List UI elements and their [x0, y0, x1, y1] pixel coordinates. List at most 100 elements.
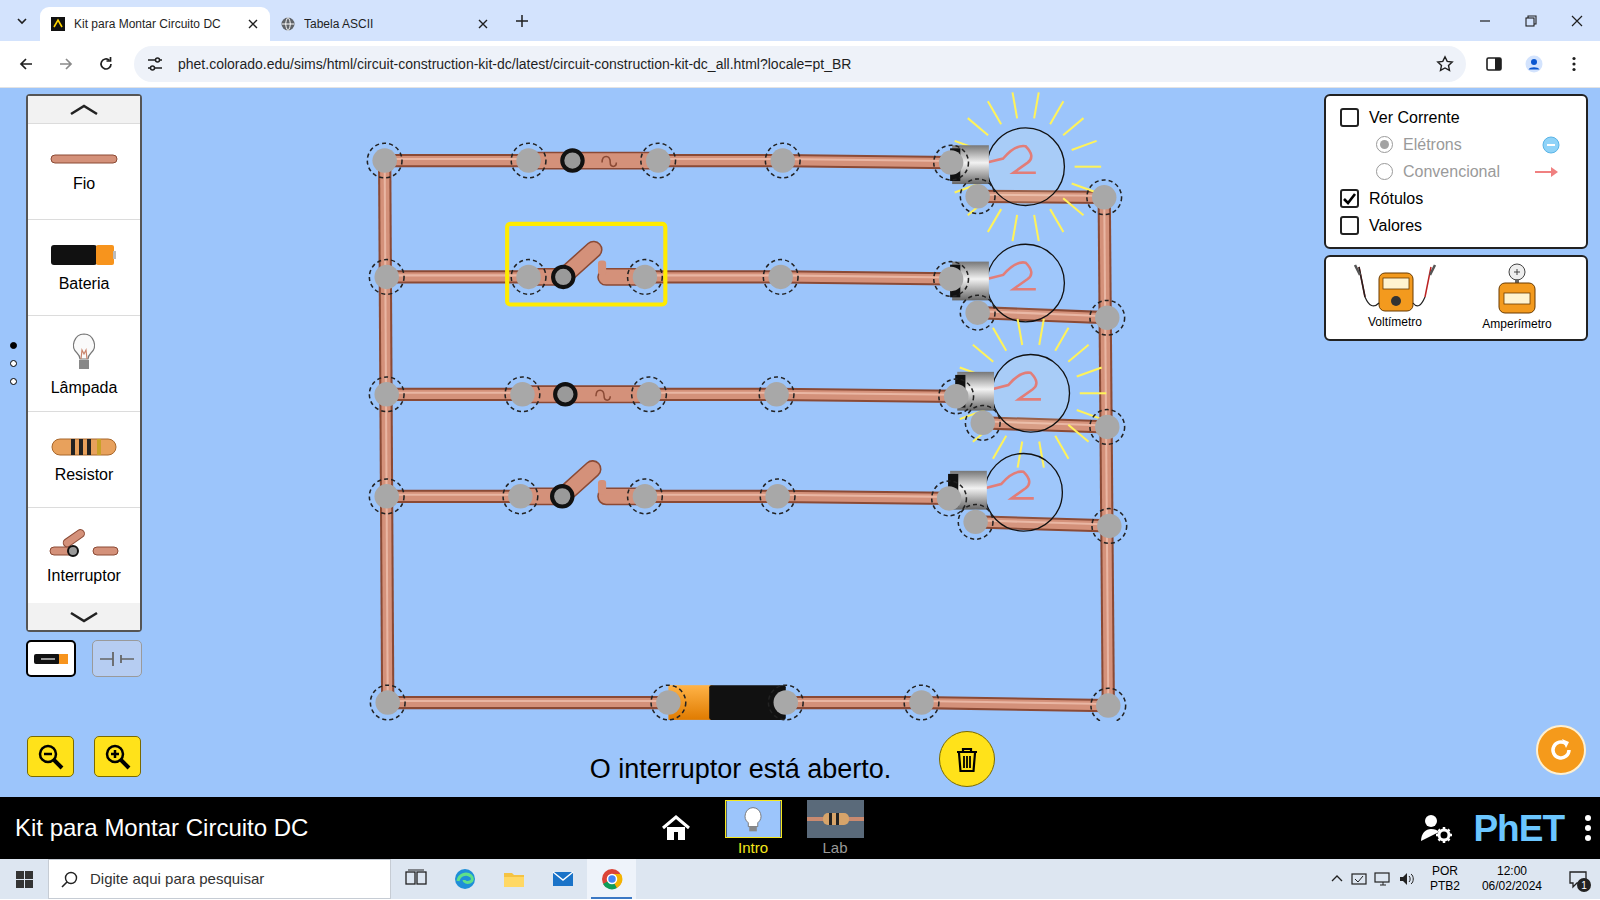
minimize-button[interactable] [1462, 0, 1508, 41]
vertex[interactable] [763, 260, 798, 295]
delete-button[interactable] [939, 731, 995, 787]
radio-button[interactable] [1376, 163, 1393, 180]
vertex[interactable] [960, 179, 995, 214]
radio-button[interactable] [1376, 136, 1393, 153]
close-icon[interactable] [476, 17, 490, 31]
close-icon[interactable] [246, 17, 260, 31]
vertex[interactable] [511, 260, 546, 295]
wire[interactable] [922, 701, 1109, 706]
switch[interactable] [514, 384, 657, 404]
vertex[interactable] [759, 377, 794, 412]
vertex[interactable] [369, 479, 404, 514]
toolbox-item[interactable]: Lâmpada [28, 315, 140, 411]
vertex[interactable] [904, 685, 939, 720]
vertex[interactable] [369, 260, 404, 295]
taskbar-search[interactable] [48, 859, 391, 899]
vertex[interactable] [1087, 180, 1122, 215]
star-icon[interactable] [1436, 55, 1454, 73]
scroll-down-button[interactable] [28, 603, 140, 630]
input-language[interactable]: PORPTB2 [1422, 864, 1468, 894]
vertex[interactable] [1090, 300, 1125, 335]
view-lifelike-button[interactable] [26, 640, 76, 677]
taskbar-app[interactable] [489, 859, 538, 899]
voltmeter-tool[interactable]: Voltímetro [1351, 263, 1439, 333]
toolbox-item[interactable]: Fio [28, 123, 140, 219]
vertex[interactable] [765, 143, 800, 178]
notification-center-button[interactable]: 1 [1556, 859, 1600, 899]
view-schematic-button[interactable] [92, 640, 142, 677]
checkbox[interactable] [1340, 108, 1359, 127]
browser-tab[interactable]: Tabela ASCII [270, 7, 500, 41]
vertex[interactable] [628, 479, 663, 514]
wire[interactable] [778, 495, 949, 499]
ammeter-tool[interactable]: Amperímetro [1473, 263, 1561, 333]
new-tab-button[interactable] [504, 4, 540, 38]
wire[interactable] [385, 159, 529, 161]
restore-button[interactable] [1508, 0, 1554, 41]
start-button[interactable] [0, 859, 48, 899]
close-window-button[interactable] [1554, 0, 1600, 41]
vertex[interactable] [1091, 688, 1126, 721]
phet-menu-button[interactable] [1584, 814, 1592, 842]
back-button[interactable] [8, 46, 44, 82]
zoom-in-button[interactable] [94, 736, 141, 777]
reload-button[interactable] [88, 46, 124, 82]
vertex[interactable] [939, 379, 974, 414]
current-type-row[interactable]: Elétrons [1340, 131, 1572, 158]
vertex[interactable] [934, 145, 969, 180]
wire[interactable] [385, 159, 388, 702]
vertex[interactable] [651, 685, 686, 720]
reset-all-button[interactable] [1536, 725, 1586, 775]
checkbox[interactable] [1340, 216, 1359, 235]
vertex[interactable] [641, 143, 676, 178]
light-bulb[interactable] [955, 319, 1107, 468]
forward-button[interactable] [48, 46, 84, 82]
search-input[interactable] [88, 867, 378, 892]
wire[interactable] [786, 701, 922, 703]
switch[interactable] [520, 150, 666, 170]
vertex[interactable] [932, 481, 967, 516]
page-dot[interactable] [10, 360, 17, 367]
vertex[interactable] [503, 479, 538, 514]
vertex[interactable] [628, 260, 663, 295]
wire[interactable] [387, 495, 521, 497]
wire[interactable] [783, 159, 951, 163]
wire[interactable] [388, 701, 669, 703]
vertex[interactable] [632, 377, 667, 412]
zoom-out-button[interactable] [27, 736, 74, 777]
taskbar-app[interactable] [440, 859, 489, 899]
menu-button[interactable] [1556, 46, 1592, 82]
option-row[interactable]: Ver Corrente [1340, 104, 1572, 131]
phet-logo[interactable]: PhET [1469, 810, 1568, 847]
vertex[interactable] [760, 479, 795, 514]
side-panel-button[interactable] [1476, 46, 1512, 82]
checkbox[interactable] [1340, 189, 1359, 208]
screen-button[interactable]: Lab [806, 800, 864, 857]
vertex[interactable] [505, 377, 540, 412]
wire[interactable] [387, 393, 523, 395]
preferences-button[interactable] [1419, 811, 1453, 845]
toolbox-item[interactable]: Bateria [28, 219, 140, 315]
vertex[interactable] [960, 295, 995, 330]
wire[interactable] [645, 495, 778, 497]
vertex[interactable] [1092, 509, 1127, 544]
vertex[interactable] [369, 377, 404, 412]
screen-button[interactable]: Intro [724, 800, 782, 857]
vertex[interactable] [370, 685, 405, 720]
vertex[interactable] [934, 262, 969, 297]
address-bar[interactable]: phet.colorado.edu/sims/html/circuit-cons… [134, 46, 1466, 82]
light-bulb[interactable] [950, 92, 1104, 241]
option-row[interactable]: Rótulos [1340, 185, 1572, 212]
current-type-row[interactable]: Convencional [1340, 158, 1572, 185]
vertex[interactable] [1090, 410, 1125, 445]
url-text[interactable]: phet.colorado.edu/sims/html/circuit-cons… [178, 54, 1422, 75]
tab-search-button[interactable] [4, 4, 40, 38]
wire[interactable] [658, 159, 783, 161]
vertex[interactable] [958, 505, 993, 540]
profile-button[interactable] [1516, 46, 1552, 82]
toolbox-item[interactable]: Resistor [28, 411, 140, 507]
browser-tab[interactable]: Kit para Montar Circuito DC [40, 7, 270, 41]
option-row[interactable]: Valores [1340, 212, 1572, 239]
page-dot[interactable] [10, 378, 17, 385]
switch[interactable] [512, 458, 653, 507]
